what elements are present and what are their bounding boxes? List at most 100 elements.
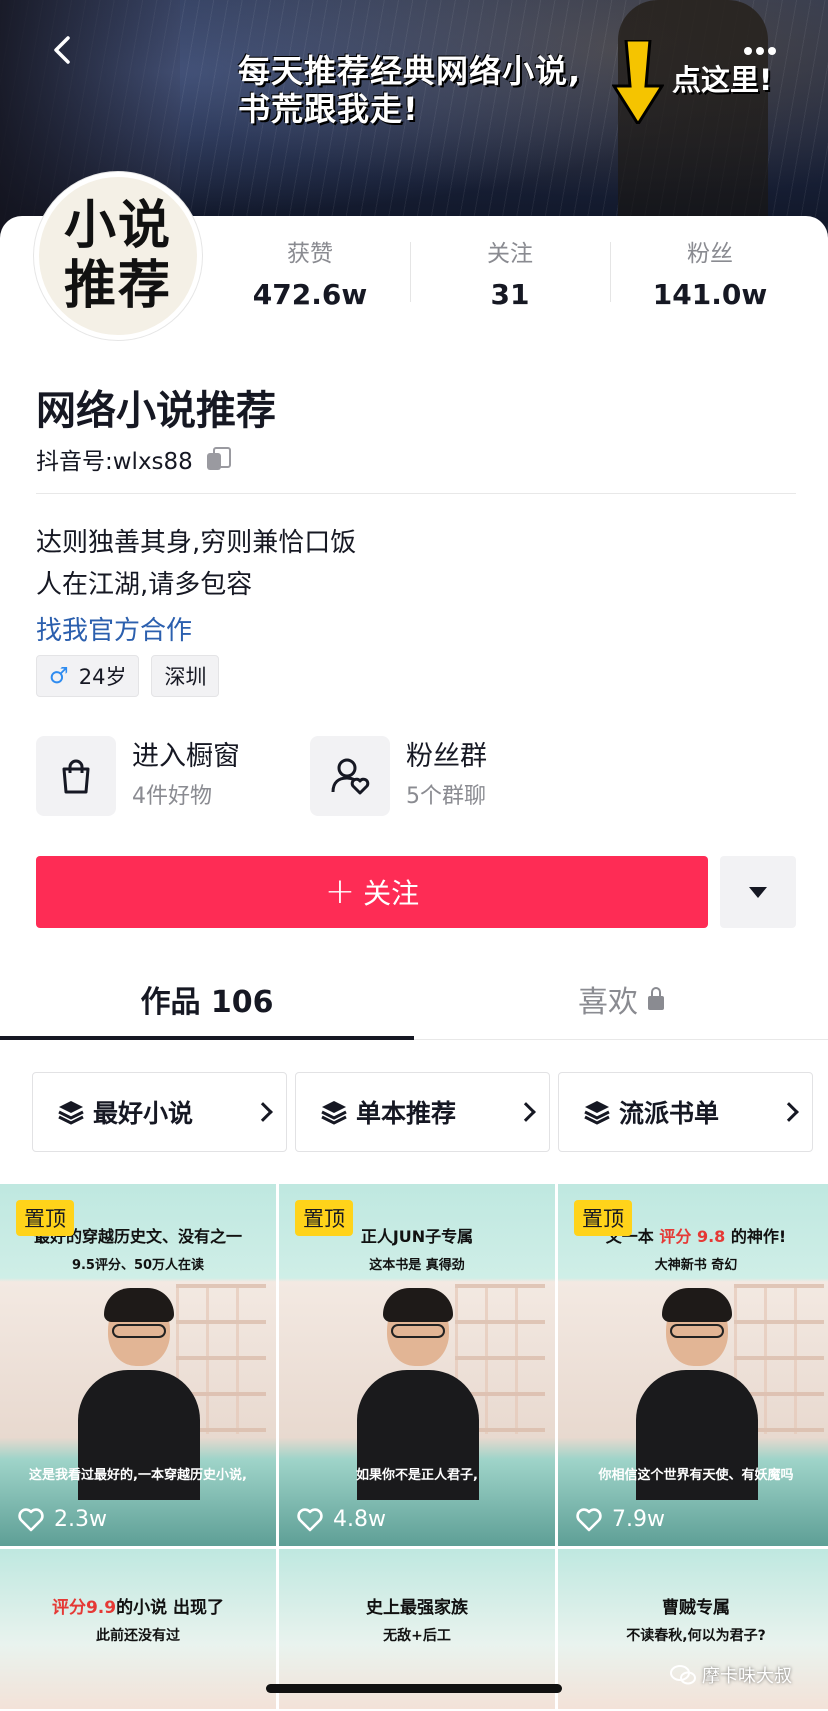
banner-line-2: 书荒跟我走! bbox=[238, 90, 419, 128]
caret-down-icon bbox=[749, 886, 767, 898]
stat-followers[interactable]: 粉丝 141.0w bbox=[610, 238, 810, 311]
like-count: 7.9w bbox=[576, 1507, 665, 1532]
cover-title: 评分9.9的小说 出现了 bbox=[0, 1597, 276, 1619]
collection-best-novels[interactable]: 最好小说 bbox=[32, 1072, 287, 1152]
watermark: 摩卡味大叔 bbox=[670, 1662, 792, 1688]
watermark-text: 摩卡味大叔 bbox=[702, 1666, 792, 1687]
entry-title: 粉丝群 bbox=[406, 741, 487, 772]
avatar-line-1: 小说 bbox=[63, 195, 172, 256]
cover-title-highlight: 评分9.9 bbox=[51, 1598, 117, 1618]
collection-single-picks[interactable]: 单本推荐 bbox=[295, 1072, 550, 1152]
plus-icon: + bbox=[324, 871, 356, 912]
profile-bio: 达则独善其身,穷则兼恰口饭 人在江湖,请多包容 bbox=[36, 522, 356, 606]
like-count: 4.8w bbox=[297, 1507, 386, 1532]
back-icon[interactable] bbox=[44, 30, 84, 70]
video-thumbnail[interactable]: 正人JUN子专属 这本书是 真得劲 如果你不是正人君子, 置顶 4.8w bbox=[279, 1184, 555, 1546]
tab-likes[interactable]: 喜欢 bbox=[414, 958, 828, 1039]
douyin-id: 抖音号:wlxs88 bbox=[36, 442, 231, 476]
cooperation-link[interactable]: 找我官方合作 bbox=[36, 610, 192, 647]
cover-subtitle: 不读春秋,何以为君子? bbox=[626, 1628, 766, 1644]
layers-icon bbox=[58, 1101, 84, 1125]
cover-title-highlight: 评分 9.8 bbox=[659, 1227, 726, 1246]
stat-following[interactable]: 关注 31 bbox=[410, 238, 610, 311]
divider bbox=[36, 493, 796, 494]
fan-group-entry[interactable]: 粉丝群 5个群聊 bbox=[310, 736, 584, 816]
video-caption: 这是我看过最好的,一本穿越历史小说, bbox=[29, 1468, 247, 1483]
age-text: 24岁 bbox=[78, 665, 127, 689]
home-indicator[interactable] bbox=[266, 1684, 562, 1693]
cover-title-post: 的小说 出现了 bbox=[116, 1598, 225, 1618]
content-tabs: 作品 106 喜欢 bbox=[0, 958, 828, 1040]
copy-icon[interactable] bbox=[206, 447, 231, 471]
cover-title-post: 的神作! bbox=[730, 1227, 787, 1246]
stat-label: 获赞 bbox=[287, 241, 333, 267]
lock-icon bbox=[648, 986, 664, 1010]
profile-entries: 进入橱窗 4件好物 粉丝群 5个群聊 bbox=[36, 736, 584, 816]
like-count-text: 4.8w bbox=[333, 1507, 386, 1532]
banner-cta: 点这里! bbox=[672, 63, 773, 97]
banner-text: 每天推荐经典网络小说, 书荒跟我走! bbox=[238, 52, 581, 128]
banner-line-1: 每天推荐经典网络小说, bbox=[238, 52, 582, 90]
collection-genre-lists[interactable]: 流派书单 bbox=[558, 1072, 813, 1152]
douyin-id-text: 抖音号:wlxs88 bbox=[36, 449, 193, 475]
bio-line-2: 人在江湖,请多包容 bbox=[36, 570, 253, 600]
shopping-bag-icon bbox=[36, 736, 116, 816]
stat-label: 粉丝 bbox=[687, 241, 733, 267]
profile-stats: 获赞 472.6w 关注 31 粉丝 141.0w bbox=[210, 238, 810, 311]
video-caption: 如果你不是正人君子, bbox=[356, 1468, 478, 1483]
like-count-text: 2.3w bbox=[54, 1507, 107, 1532]
follow-button[interactable]: + 关注 bbox=[36, 856, 708, 928]
cover-subtitle: 9.5评分、50万人在读 bbox=[71, 1258, 205, 1273]
avatar[interactable]: 小说 推荐 bbox=[34, 172, 202, 340]
location-tag: 深圳 bbox=[151, 655, 220, 697]
video-caption: 你相信这个世界有天使、有妖魔吗 bbox=[598, 1468, 794, 1483]
like-count-text: 7.9w bbox=[612, 1507, 665, 1532]
video-thumbnail[interactable]: 又一本 评分 9.8 的神作! 大神新书 奇幻 你相信这个世界有天使、有妖魔吗 … bbox=[558, 1184, 828, 1546]
tab-label: 作品 106 bbox=[140, 984, 274, 1020]
profile-tags: ♂ 24岁 深圳 bbox=[36, 655, 220, 697]
tab-label: 喜欢 bbox=[578, 984, 638, 1020]
cover-subtitle: 无敌+后工 bbox=[383, 1628, 451, 1644]
like-count: 2.3w bbox=[18, 1507, 107, 1532]
pinned-badge: 置顶 bbox=[574, 1200, 632, 1236]
avatar-line-2: 推荐 bbox=[63, 255, 172, 316]
pinned-badge: 置顶 bbox=[295, 1200, 353, 1236]
stat-likes[interactable]: 获赞 472.6w bbox=[210, 238, 410, 311]
tab-works[interactable]: 作品 106 bbox=[0, 958, 414, 1040]
stat-value: 472.6w bbox=[252, 278, 368, 311]
layers-icon bbox=[321, 1101, 347, 1125]
arrow-down-icon bbox=[612, 40, 664, 124]
male-icon: ♂ bbox=[49, 663, 69, 689]
video-grid: 最好的穿越历史文、没有之一 9.5评分、50万人在读 这是我看过最好的,一本穿越… bbox=[0, 1184, 828, 1709]
more-icon[interactable] bbox=[744, 40, 784, 55]
cover-subtitle: 这本书是 真得劲 bbox=[369, 1258, 465, 1273]
shop-window-entry[interactable]: 进入橱窗 4件好物 bbox=[36, 736, 310, 816]
heart-icon bbox=[297, 1507, 323, 1531]
stat-label: 关注 bbox=[487, 241, 533, 267]
layers-icon bbox=[584, 1101, 610, 1125]
cover-title: 曹贼专属 bbox=[662, 1598, 730, 1618]
profile-name: 网络小说推荐 bbox=[36, 388, 276, 434]
heart-icon bbox=[18, 1507, 44, 1531]
collections-row: 最好小说 单本推荐 流派书单 bbox=[32, 1072, 813, 1152]
bio-line-1: 达则独善其身,穷则兼恰口饭 bbox=[36, 528, 357, 558]
stat-value: 141.0w bbox=[652, 278, 768, 311]
video-thumbnail[interactable]: 评分9.9的小说 出现了 此前还没有过 bbox=[0, 1549, 276, 1709]
chevron-right-icon bbox=[253, 1102, 273, 1122]
recommend-dropdown-button[interactable] bbox=[720, 856, 796, 928]
fan-group-icon bbox=[310, 736, 390, 816]
heart-icon bbox=[576, 1507, 602, 1531]
entry-title: 进入橱窗 bbox=[132, 741, 240, 772]
cover-title: 史上最强家族 bbox=[366, 1598, 468, 1618]
entry-subtitle: 4件好物 bbox=[132, 784, 212, 809]
wechat-icon bbox=[670, 1665, 696, 1685]
chevron-right-icon bbox=[516, 1102, 536, 1122]
cover-subtitle: 此前还没有过 bbox=[96, 1628, 180, 1644]
entry-subtitle: 5个群聊 bbox=[406, 784, 486, 809]
collection-label: 流派书单 bbox=[619, 1099, 720, 1128]
collection-label: 最好小说 bbox=[93, 1099, 194, 1128]
cover-subtitle: 大神新书 奇幻 bbox=[654, 1258, 738, 1273]
chevron-right-icon bbox=[779, 1102, 799, 1122]
follow-label: 关注 bbox=[363, 877, 420, 910]
video-thumbnail[interactable]: 最好的穿越历史文、没有之一 9.5评分、50万人在读 这是我看过最好的,一本穿越… bbox=[0, 1184, 276, 1546]
